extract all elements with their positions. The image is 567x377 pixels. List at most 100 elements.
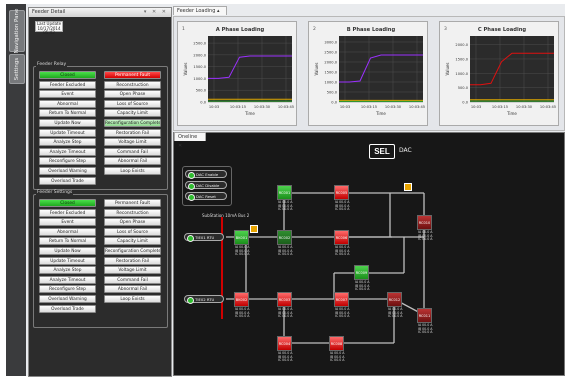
relay-alarm-10[interactable]: Loop Exists	[104, 167, 161, 175]
y-tick-label: 1500.0	[324, 71, 337, 75]
y-tick-label: 500.0	[327, 91, 338, 95]
breaker-rc003[interactable]: RC003	[277, 292, 292, 307]
oneline-panel: Oneline ✕ SEL DAC DAC Enable DAC Disable…	[173, 132, 565, 376]
relay-alarm-7[interactable]: Voltage Limit	[104, 138, 161, 147]
y-axis-label: Values	[314, 62, 319, 75]
breaker-measurements: IA 00.0 A IB 00.0 A IC 00.0 A	[330, 351, 345, 363]
relay-status-11[interactable]: Overload Trade	[39, 176, 96, 185]
settings-alarm-2[interactable]: Open Phase	[104, 218, 161, 227]
relay-status-9[interactable]: Reconfigure Step	[39, 157, 96, 166]
relay-alarm-9[interactable]: Abnormal Fail	[104, 157, 161, 166]
relay-alarm-3[interactable]: Loss of Source	[104, 99, 161, 108]
x-axis-label: Time	[375, 111, 386, 116]
b-phase-chart: 2 B Phase Loading 0.0 500.0 1000.0 1500.0 2000…	[308, 21, 428, 126]
relay-alarm-8[interactable]: Command Fail	[104, 147, 161, 156]
relay-status-2[interactable]: Event	[39, 90, 96, 99]
x-tick-label: 10:03	[209, 105, 219, 109]
settings-alarm-4[interactable]: Capacity Limit	[104, 237, 161, 246]
breaker-bk001[interactable]: BK001	[234, 230, 249, 245]
settings-status-5[interactable]: Update Now	[39, 247, 96, 255]
breaker-rc001[interactable]: RC001	[277, 185, 292, 200]
relay-status-10[interactable]: Overload Warning	[39, 167, 96, 175]
settings-status-9[interactable]: Reconfigure Step	[39, 285, 96, 294]
x-axis-label: Time	[506, 111, 517, 116]
breaker-bk002[interactable]: BK002	[234, 292, 249, 307]
settings-alarm-9[interactable]: Abnormal Fail	[104, 285, 161, 294]
x-tick-label: 10:03:30	[516, 105, 533, 109]
x-tick-label: 10:03:15	[492, 105, 508, 109]
breaker-measurements: IA 00.0 A IB 00.0 A IC 00.0 A	[235, 245, 250, 257]
settings-alarm-10[interactable]: Loop Exists	[104, 295, 161, 303]
breaker-rc011[interactable]: RC011	[417, 308, 432, 323]
y-tick-label: 0.0	[331, 101, 337, 105]
breaker-rc006[interactable]: RC006	[334, 230, 349, 245]
relay-status-4[interactable]: Return To Normal	[39, 109, 96, 118]
y-axis-label: Values	[445, 62, 450, 75]
relay-alarm-6[interactable]: Restoration Fail	[104, 128, 161, 137]
relay-status-3[interactable]: Abnormal	[39, 99, 96, 108]
chart-index: 2	[313, 26, 316, 32]
relay-alarm-5[interactable]: Reconfiguration Complete	[104, 119, 161, 127]
settings-alarm-6[interactable]: Restoration Fail	[104, 256, 161, 265]
status-dot-icon	[187, 297, 194, 304]
relay-status-8[interactable]: Analyze Timeout	[39, 147, 96, 156]
relay-status-5[interactable]: Update Now	[39, 119, 96, 127]
y-tick-label: 2500.0	[324, 51, 337, 55]
settings-status-2[interactable]: Event	[39, 218, 96, 227]
settings-alarm-8[interactable]: Command Fail	[104, 275, 161, 284]
breaker-measurements: IA 00.0 A IB 00.0 A IC 00.0 A	[335, 200, 350, 212]
relay-status-6[interactable]: Update Timeout	[39, 128, 96, 137]
breaker-rc002[interactable]: RC002	[277, 230, 292, 245]
breaker-rc008[interactable]: RC008	[329, 336, 344, 351]
navigation-pane-tab[interactable]: Navigation Pane	[9, 8, 25, 54]
relay-alarm-4[interactable]: Capacity Limit	[104, 109, 161, 118]
settings-alarm-5[interactable]: Reconfiguration Complete	[104, 247, 161, 255]
last-update-button[interactable]: Last Update 10/17/2014 05:42	[35, 21, 63, 35]
settings-status-10[interactable]: Overload Warning	[39, 295, 96, 303]
breaker-rc004[interactable]: RC004	[277, 336, 292, 351]
settings-status-8[interactable]: Analyze Timeout	[39, 275, 96, 284]
feeder-detail-header: Feeder Detail ▾ ✕ ✕	[29, 8, 171, 17]
relay-status-1[interactable]: Feeder Excluded	[39, 80, 96, 89]
panel-controls[interactable]: ▾ ✕ ✕	[144, 8, 168, 17]
charts-tabbar: Feeder Loading ▴ ✕	[173, 6, 565, 23]
feeder-settings-title: Feeder Settings	[36, 190, 74, 195]
settings-status-3[interactable]: Abnormal	[39, 227, 96, 236]
settings-status-11[interactable]: Overload Trade	[39, 304, 96, 313]
settings-label: Settings	[14, 57, 20, 81]
x-tick-label: 10:03:45	[409, 105, 425, 109]
navigation-pane-label: Navigation Pane	[14, 8, 20, 54]
settings-status-7[interactable]: Analyze Step	[39, 266, 96, 275]
settings-status-6[interactable]: Update Timeout	[39, 256, 96, 265]
settings-alarm-1[interactable]: Reconstruction	[104, 208, 161, 217]
y-tick-label: 3000.0	[324, 41, 337, 45]
y-tick-label: 2000.0	[193, 53, 206, 57]
breaker-rc010[interactable]: RC010	[417, 215, 432, 230]
tab-feeder-loading[interactable]: Feeder Loading ▴ ✕	[173, 6, 227, 23]
tie01-source[interactable]: TIE01 RTU	[184, 233, 224, 242]
plot-area	[208, 36, 292, 102]
breaker-rc007[interactable]: RC007	[334, 292, 349, 307]
left-toolbar: Navigation Pane Settings	[6, 4, 26, 376]
relay-alarm-0[interactable]: Permanent Fault	[104, 71, 161, 79]
x-tick-label: 10:03:45	[540, 105, 556, 109]
settings-status-1[interactable]: Feeder Excluded	[39, 208, 96, 217]
settings-alarm-7[interactable]: Voltage Limit	[104, 266, 161, 275]
relay-status-7[interactable]: Analyze Step	[39, 138, 96, 147]
relay-status-0[interactable]: Closed	[39, 71, 96, 79]
settings-tab[interactable]: Settings	[9, 54, 25, 84]
y-tick-label: 1500.0	[455, 57, 468, 61]
breaker-rc012[interactable]: RC012	[387, 292, 402, 307]
status-dot-icon	[187, 235, 194, 242]
feeder-relay-title: Feeder Relay	[36, 62, 68, 67]
breaker-rc005[interactable]: RC005	[334, 185, 349, 200]
tie02-source[interactable]: TIE02 RTU	[184, 295, 224, 304]
settings-status-4[interactable]: Return To Normal	[39, 237, 96, 246]
relay-alarm-1[interactable]: Reconstruction	[104, 80, 161, 89]
breaker-rc009[interactable]: RC009	[354, 265, 369, 280]
settings-status-0[interactable]: Closed	[39, 199, 96, 207]
y-tick-label: 2500.0	[193, 42, 206, 46]
settings-alarm-3[interactable]: Loss of Source	[104, 227, 161, 236]
relay-alarm-2[interactable]: Open Phase	[104, 90, 161, 99]
settings-alarm-0[interactable]: Permanent Fault	[104, 199, 161, 207]
